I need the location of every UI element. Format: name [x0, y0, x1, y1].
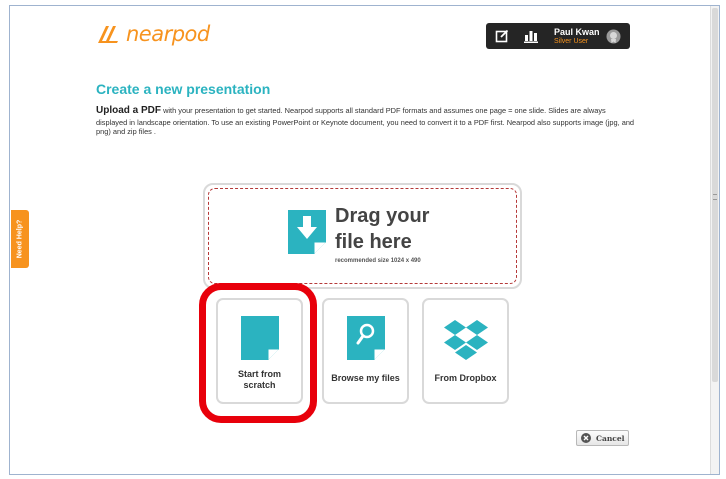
- browse-my-files-label: Browse my files: [331, 373, 400, 383]
- drop-title-line2: file here: [335, 231, 412, 253]
- start-from-scratch-button[interactable]: Start from scratch: [216, 298, 303, 404]
- user-info[interactable]: Paul Kwan Silver User: [554, 26, 600, 45]
- intro-strong: Upload a PDF: [96, 105, 162, 116]
- need-help-label: Need Help?: [16, 219, 24, 259]
- nearpod-logo[interactable]: nearpod: [96, 21, 210, 47]
- drop-zone[interactable]: Drag your file here recommended size 102…: [203, 183, 522, 289]
- user-level: Silver User: [554, 37, 589, 45]
- drop-zone-border: Drag your file here recommended size 102…: [208, 188, 517, 284]
- stats-icon[interactable]: [524, 29, 538, 43]
- app-window: nearpod Paul Kwan Silver User Create a n…: [9, 5, 720, 475]
- user-name: Paul Kwan: [554, 26, 600, 37]
- start-from-scratch-label: Start from scratch: [218, 369, 301, 392]
- page-title: Create a new presentation: [96, 81, 271, 97]
- cancel-label: Cancel: [596, 433, 625, 443]
- close-circle-icon: [581, 433, 591, 443]
- dropbox-icon: [443, 320, 488, 360]
- label-line-1: Start from: [237, 369, 281, 379]
- edit-icon[interactable]: [495, 29, 509, 43]
- need-help-tab[interactable]: Need Help?: [11, 210, 29, 268]
- intro-rest: with your presentation to get started. N…: [96, 106, 635, 136]
- cancel-button[interactable]: Cancel: [576, 430, 629, 446]
- drop-size-note: recommended size 1024 x 490: [335, 258, 421, 264]
- logo-mark-icon: [98, 26, 118, 43]
- scrollbar-grip-icon: [713, 194, 717, 200]
- drop-title-line1: Drag your: [335, 205, 430, 227]
- from-dropbox-label: From Dropbox: [434, 373, 497, 383]
- label-line-2: scratch: [243, 380, 276, 391]
- search-file-icon: [346, 316, 385, 360]
- avatar-badge-icon[interactable]: [606, 29, 621, 44]
- logo-text: nearpod: [126, 22, 210, 46]
- from-dropbox-button[interactable]: From Dropbox: [422, 298, 509, 404]
- blank-page-icon: [240, 316, 279, 360]
- intro-text: Upload a PDF with your presentation to g…: [96, 105, 636, 136]
- vertical-scrollbar[interactable]: [710, 6, 719, 474]
- download-file-icon: [288, 210, 326, 254]
- browse-my-files-button[interactable]: Browse my files: [322, 298, 409, 404]
- user-bar: Paul Kwan Silver User: [486, 23, 630, 49]
